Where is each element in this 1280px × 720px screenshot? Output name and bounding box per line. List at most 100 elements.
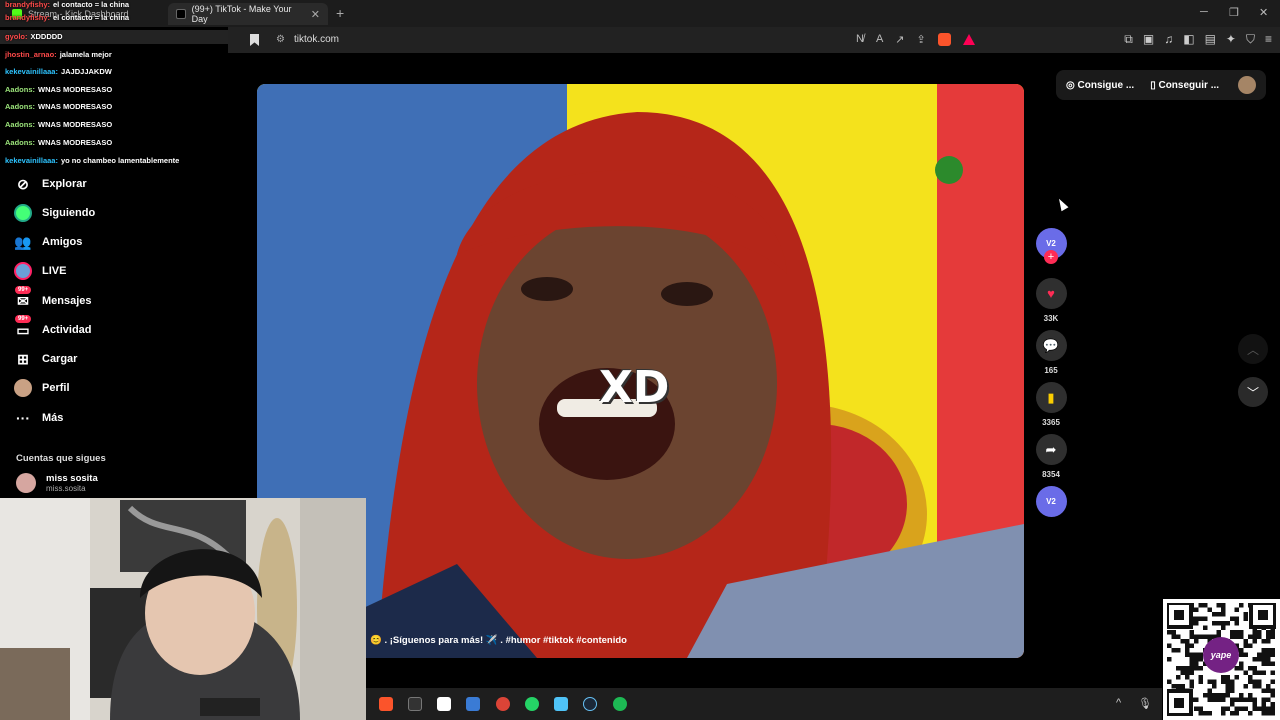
epic-games-icon[interactable]: [408, 697, 422, 711]
close-tab-icon[interactable]: ✕: [311, 8, 320, 21]
brave-icon[interactable]: [379, 697, 393, 711]
chat-username: Aadons:: [5, 120, 35, 129]
more-icon: ···: [16, 410, 30, 426]
chat-message: brandyfishy: el contacto = la china: [5, 13, 129, 22]
sidebar-item-label: Siguiendo: [42, 207, 96, 219]
maximize-button[interactable]: ❐: [1229, 6, 1239, 19]
heart-icon: ♥: [1035, 278, 1067, 309]
bookmark-icon: ▮: [1035, 382, 1067, 413]
chat-username: brandyfishy:: [5, 0, 51, 9]
comment-button[interactable]: 💬 165: [1035, 330, 1067, 375]
sidebar-item-perfil[interactable]: Perfil: [14, 379, 70, 397]
sidebar-item-explorar[interactable]: ⊘ Explorar: [14, 175, 87, 193]
mouse-cursor: [1055, 196, 1069, 212]
save-count: 3365: [1042, 418, 1060, 427]
sidebar-item-label: LIVE: [42, 265, 67, 277]
calculator-icon[interactable]: [466, 697, 480, 711]
chat-text: JAJDJJAKDW: [60, 67, 112, 76]
close-window-button[interactable]: ✕: [1259, 6, 1268, 19]
notepad-icon[interactable]: [554, 697, 568, 711]
windows-taskbar: ^ 🎙: [366, 688, 1162, 720]
webcam-feed: [0, 498, 366, 720]
music-disc-icon: V2: [1035, 486, 1067, 517]
bookmark-icon[interactable]: [250, 34, 259, 46]
chat-text: WNAS MODRESASO: [38, 138, 113, 147]
chevron-up-icon[interactable]: ^: [1116, 697, 1121, 709]
tiktok-icon: [176, 9, 186, 19]
translate-icon[interactable]: A: [876, 33, 883, 46]
extensions-icon[interactable]: ⧉: [1124, 32, 1133, 47]
previous-video-button[interactable]: ︿: [1238, 334, 1268, 364]
browser-tab-bar: Stream - Kick Dashboard (99+) TikTok - M…: [0, 0, 1280, 27]
chat-text: XDDDDD: [30, 32, 63, 41]
chat-message: Aadons: WNAS MODRESASO: [5, 120, 112, 129]
spotify-icon[interactable]: [613, 697, 627, 711]
sidebar-item-mensajes[interactable]: ✉ 99+ Mensajes: [14, 286, 92, 310]
chat-text: jalamela mejor: [59, 50, 112, 59]
chat-message: brandyfishy: el contacto = la china: [5, 0, 129, 9]
next-video-button[interactable]: ﹀: [1238, 377, 1268, 407]
like-button[interactable]: ♥ 33K: [1035, 278, 1067, 323]
following-account[interactable]: miss sosita miss.sosita: [16, 473, 98, 493]
get-app-button[interactable]: ▯ Conseguir ...: [1150, 80, 1219, 91]
webcam-image: [0, 498, 366, 720]
follow-plus-icon[interactable]: +: [1044, 250, 1058, 264]
chrome-icon[interactable]: [496, 697, 510, 711]
friends-icon: 👥: [14, 233, 32, 250]
following-handle: miss.sosita: [46, 484, 86, 493]
brave-rewards-icon[interactable]: [962, 34, 975, 45]
music-icon[interactable]: ♫: [1164, 32, 1173, 47]
sidebar-item-live[interactable]: LIVE: [14, 262, 66, 280]
address-bar[interactable]: tiktok.com: [294, 34, 339, 45]
unread-badge: 99+: [15, 286, 32, 294]
tab-label: (99+) TikTok - Make Your Day: [191, 4, 292, 24]
no-translate-icon[interactable]: N̸: [856, 33, 864, 46]
sidebar-item-actividad[interactable]: ▭ 99+ Actividad: [14, 315, 92, 339]
sidebar-item-label: Mensajes: [42, 295, 92, 307]
minimize-button[interactable]: ─: [1200, 6, 1208, 18]
tab-tiktok[interactable]: (99+) TikTok - Make Your Day ✕: [168, 3, 328, 25]
leo-ai-icon[interactable]: ✦: [1226, 32, 1236, 47]
site-settings-icon[interactable]: ⚙: [276, 34, 285, 45]
avatar-icon: [14, 204, 32, 222]
address-actions: N̸ A ↗ ⇪: [856, 33, 975, 46]
video-player[interactable]: XD: [257, 84, 1024, 658]
get-coins-button[interactable]: ◎ Consigue ...: [1066, 80, 1134, 91]
comment-icon: 💬: [1035, 330, 1067, 361]
creator-avatar-button[interactable]: V2 +: [1035, 228, 1067, 264]
wallet-icon[interactable]: ▤: [1205, 32, 1216, 47]
chat-username: gyolo:: [5, 32, 28, 41]
menu-icon[interactable]: ≡: [1265, 32, 1272, 47]
capcut-icon[interactable]: [437, 697, 451, 711]
sidebar-toggle-icon[interactable]: ◧: [1183, 32, 1194, 47]
new-tab-button[interactable]: +: [336, 5, 344, 21]
save-button[interactable]: ▮ 3365: [1035, 382, 1067, 427]
browser-toolbar: ⚙ tiktok.com N̸ A ↗ ⇪ ⧉ ▣ ♫ ◧ ▤ ✦ ⛉ ≡: [228, 27, 1280, 53]
chat-message: jhostin_arnao: jalamela mejor: [5, 50, 112, 59]
share-icon[interactable]: ⇪: [917, 33, 926, 46]
sidebar-item-cargar[interactable]: ⊞ Cargar: [14, 350, 77, 368]
sidebar-item-label: Actividad: [42, 324, 92, 336]
chat-message: Aadons: WNAS MODRESASO: [5, 102, 112, 111]
vpn-icon[interactable]: ⛉: [1246, 32, 1255, 47]
open-external-icon[interactable]: ↗: [895, 33, 904, 46]
screenshot-icon[interactable]: ▣: [1143, 32, 1154, 47]
sidebar-item-siguiendo[interactable]: Siguiendo: [14, 204, 95, 222]
following-name: miss sosita: [46, 473, 98, 484]
video-overlay-text: XD: [599, 362, 670, 413]
chat-username: Aadons:: [5, 85, 35, 94]
share-button[interactable]: ➦ 8354: [1035, 434, 1067, 479]
sidebar-item-label: Amigos: [42, 236, 83, 248]
sidebar-item-mas[interactable]: ··· Más: [14, 409, 63, 427]
whatsapp-icon[interactable]: [525, 697, 539, 711]
share-count: 8354: [1042, 470, 1060, 479]
brave-shield-icon[interactable]: [937, 33, 951, 46]
microphone-icon[interactable]: 🎙: [1138, 697, 1152, 710]
sound-disc-button[interactable]: V2: [1035, 486, 1067, 517]
following-title: Cuentas que sigues: [16, 453, 106, 464]
steam-icon[interactable]: [583, 697, 597, 711]
chat-text: WNAS MODRESASO: [38, 85, 113, 94]
sidebar-item-amigos[interactable]: 👥 Amigos: [14, 233, 82, 251]
chat-text: yo no chambeo lamentablemente: [60, 156, 180, 165]
avatar[interactable]: [1238, 76, 1256, 94]
